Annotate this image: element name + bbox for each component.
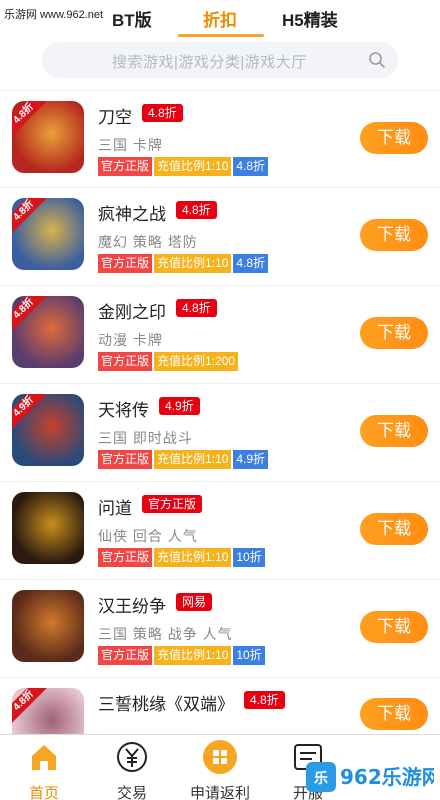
svg-text:962乐游网: 962乐游网 [340,765,434,789]
game-tag: 4.9折 [159,397,200,415]
search-icon[interactable] [368,51,386,69]
grid-icon [203,740,237,774]
game-badges: 官方正版 充值比例1:10 4.9折 [98,450,270,469]
game-badges: 官方正版 充值比例1:10 4.8折 [98,157,270,176]
game-icon-discount-ribbon: 4.8折 [12,688,48,725]
nav-trade[interactable]: 交易 [92,739,172,800]
nav-trade-label: 交易 [116,785,147,800]
game-tag: 4.8折 [142,104,183,122]
game-badge: 充值比例1:10 [154,254,232,273]
nav-rebate[interactable]: 申请返利 [180,739,260,800]
game-badge: 充值比例1:200 [154,352,239,371]
home-icon [32,745,56,770]
game-icon[interactable]: 4.8折 [12,101,84,173]
nav-home-label: 首页 [28,785,59,800]
game-icon-discount-ribbon: 4.8折 [12,296,48,333]
download-button[interactable]: 下载 [360,317,428,349]
game-list-item[interactable]: 汉王纷争 网易 三国 策略 战争 人气 官方正版 充值比例1:10 10折 下载 [0,580,440,678]
game-badge: 官方正版 [98,646,153,665]
game-genres: 动漫 卡牌 [98,332,163,348]
game-icon-discount-ribbon: 4.9折 [12,394,48,431]
game-list-item[interactable]: 4.8折 刀空 4.8折 三国 卡牌 官方正版 充值比例1:10 4.8折 下载 [0,90,440,188]
bottom-nav: 首页 交易 申请返利 开服 乐 962乐游网 [0,734,440,800]
search-bar[interactable]: 搜索游戏|游戏分类|游戏大厅 [42,42,398,78]
game-badge: 充值比例1:10 [154,548,232,567]
game-tag: 4.8折 [244,691,285,709]
game-icon-discount-ribbon: 4.8折 [12,101,48,138]
game-list-item[interactable]: 问道 官方正版 仙侠 回合 人气 官方正版 充值比例1:10 10折 下载 [0,482,440,580]
game-list-item[interactable]: 4.8折 金刚之印 4.8折 动漫 卡牌 官方正版 充值比例1:200 下载 [0,286,440,384]
game-tag: 网易 [176,593,213,611]
game-badge: 充值比例1:10 [154,450,232,469]
game-badges: 官方正版 充值比例1:10 10折 [98,646,267,665]
game-badge: 官方正版 [98,352,153,371]
game-genres: 仙侠 回合 人气 [98,528,198,544]
search-placeholder[interactable]: 搜索游戏|游戏分类|游戏大厅 [112,51,307,72]
game-name[interactable]: 刀空 [98,103,132,128]
game-badge: 充值比例1:10 [154,157,232,176]
game-name[interactable]: 天将传 [98,396,149,421]
game-name[interactable]: 汉王纷争 [98,592,166,617]
game-genres: 魔幻 策略 塔防 [98,234,198,250]
game-badges: 官方正版 充值比例1:10 10折 [98,548,267,567]
tab-h5[interactable]: H5精装 [282,6,338,31]
download-button[interactable]: 下载 [360,415,428,447]
game-badge: 10折 [233,548,265,567]
download-button[interactable]: 下载 [360,611,428,643]
download-button[interactable]: 下载 [360,122,428,154]
game-badge: 10折 [233,646,265,665]
nav-home[interactable]: 首页 [4,739,84,800]
game-badge: 官方正版 [98,157,153,176]
game-tag: 4.8折 [176,299,217,317]
game-icon-discount-ribbon: 4.8折 [12,198,48,235]
game-badges: 官方正版 充值比例1:200 [98,352,240,371]
download-button[interactable]: 下载 [360,513,428,545]
game-badge: 官方正版 [98,254,153,273]
game-icon[interactable]: 4.8折 [12,296,84,368]
game-badge: 4.9折 [233,450,269,469]
game-icon[interactable] [12,492,84,564]
game-badge: 官方正版 [98,548,153,567]
game-list-item[interactable]: 4.8折 疯神之战 4.8折 魔幻 策略 塔防 官方正版 充值比例1:10 4.8折 下载 [0,188,440,286]
game-badges: 官方正版 充值比例1:10 4.8折 [98,254,270,273]
tab-bt[interactable]: BT版 [112,6,152,31]
game-badge: 4.8折 [233,254,269,273]
download-button[interactable]: 下载 [360,698,428,730]
game-icon[interactable] [12,590,84,662]
top-tabs: BT版 折扣 H5精装 [0,0,440,38]
game-list-item[interactable]: 4.9折 天将传 4.9折 三国 即时战斗 官方正版 充值比例1:10 4.9折 下载 [0,384,440,482]
download-button[interactable]: 下载 [360,219,428,251]
game-badge: 官方正版 [98,450,153,469]
game-icon[interactable]: 4.9折 [12,394,84,466]
game-badge: 4.8折 [233,157,269,176]
game-name[interactable]: 问道 [98,494,132,519]
game-list: 4.8折 刀空 4.8折 三国 卡牌 官方正版 充值比例1:10 4.8折 下载 4.8折 疯神之… [0,90,440,776]
svg-text:乐: 乐 [314,770,328,787]
game-tag: 官方正版 [142,495,203,513]
game-name[interactable]: 三誓桃缘《双端》 [98,690,234,715]
tab-discount[interactable]: 折扣 [203,6,237,31]
game-genres: 三国 即时战斗 [98,430,193,446]
game-name[interactable]: 疯神之战 [98,200,166,225]
game-badge: 充值比例1:10 [154,646,232,665]
nav-rebate-label: 申请返利 [189,785,250,800]
game-genres: 三国 卡牌 [98,137,163,153]
game-genres: 三国 策略 战争 人气 [98,626,233,642]
watermark-logo: 乐 962乐游网 [306,762,434,792]
game-name[interactable]: 金刚之印 [98,298,166,323]
game-icon[interactable]: 4.8折 [12,198,84,270]
yen-icon [117,742,147,772]
game-tag: 4.8折 [176,201,217,219]
active-tab-indicator [178,34,264,37]
